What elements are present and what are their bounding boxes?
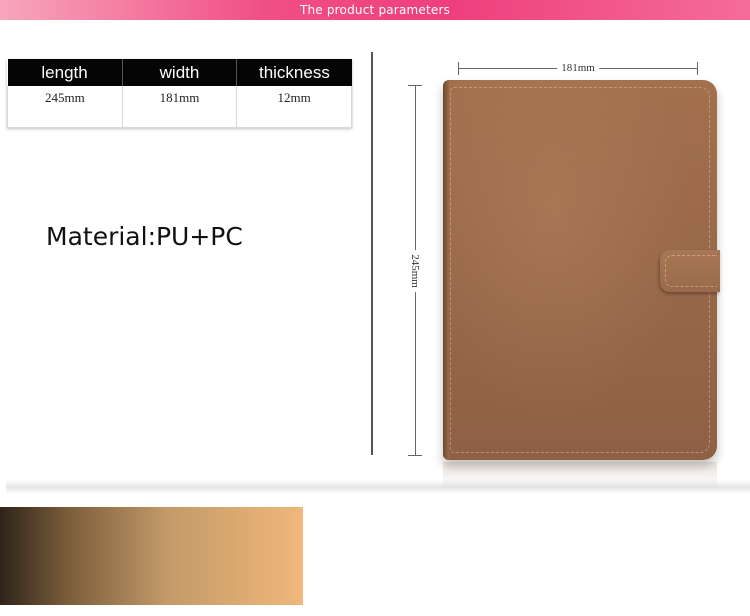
case-strap	[660, 250, 720, 292]
banner: The product parameters	[0, 0, 750, 20]
width-dimension-label: 181mm	[557, 61, 599, 75]
spec-table: length width thickness 245mm 181mm 12mm	[7, 59, 352, 128]
spec-value-width: 181mm	[122, 86, 238, 128]
height-dimension: 245mm	[408, 85, 422, 456]
height-dimension-label: 245mm	[408, 249, 422, 292]
width-dimension-tick-left	[458, 62, 459, 75]
spec-value-row: 245mm 181mm 12mm	[7, 86, 352, 128]
color-swatch	[0, 507, 303, 605]
case-spine	[443, 80, 449, 460]
shadow-strip	[6, 480, 750, 494]
spec-header-thickness: thickness	[236, 59, 352, 86]
spec-value-thickness: 12mm	[236, 86, 352, 128]
spec-header-row: length width thickness	[7, 59, 352, 86]
width-dimension: 181mm	[458, 61, 698, 75]
spec-header-length: length	[7, 59, 123, 86]
spec-header-width: width	[122, 59, 238, 86]
height-dimension-tick-bottom	[408, 455, 422, 456]
width-dimension-tick-right	[697, 62, 698, 75]
divider-line	[371, 52, 373, 455]
height-dimension-tick-top	[408, 85, 422, 86]
strap-stitching	[665, 255, 717, 287]
banner-title: The product parameters	[299, 3, 451, 17]
spec-value-length: 245mm	[7, 86, 123, 128]
material-text: Material:PU+PC	[46, 222, 243, 251]
